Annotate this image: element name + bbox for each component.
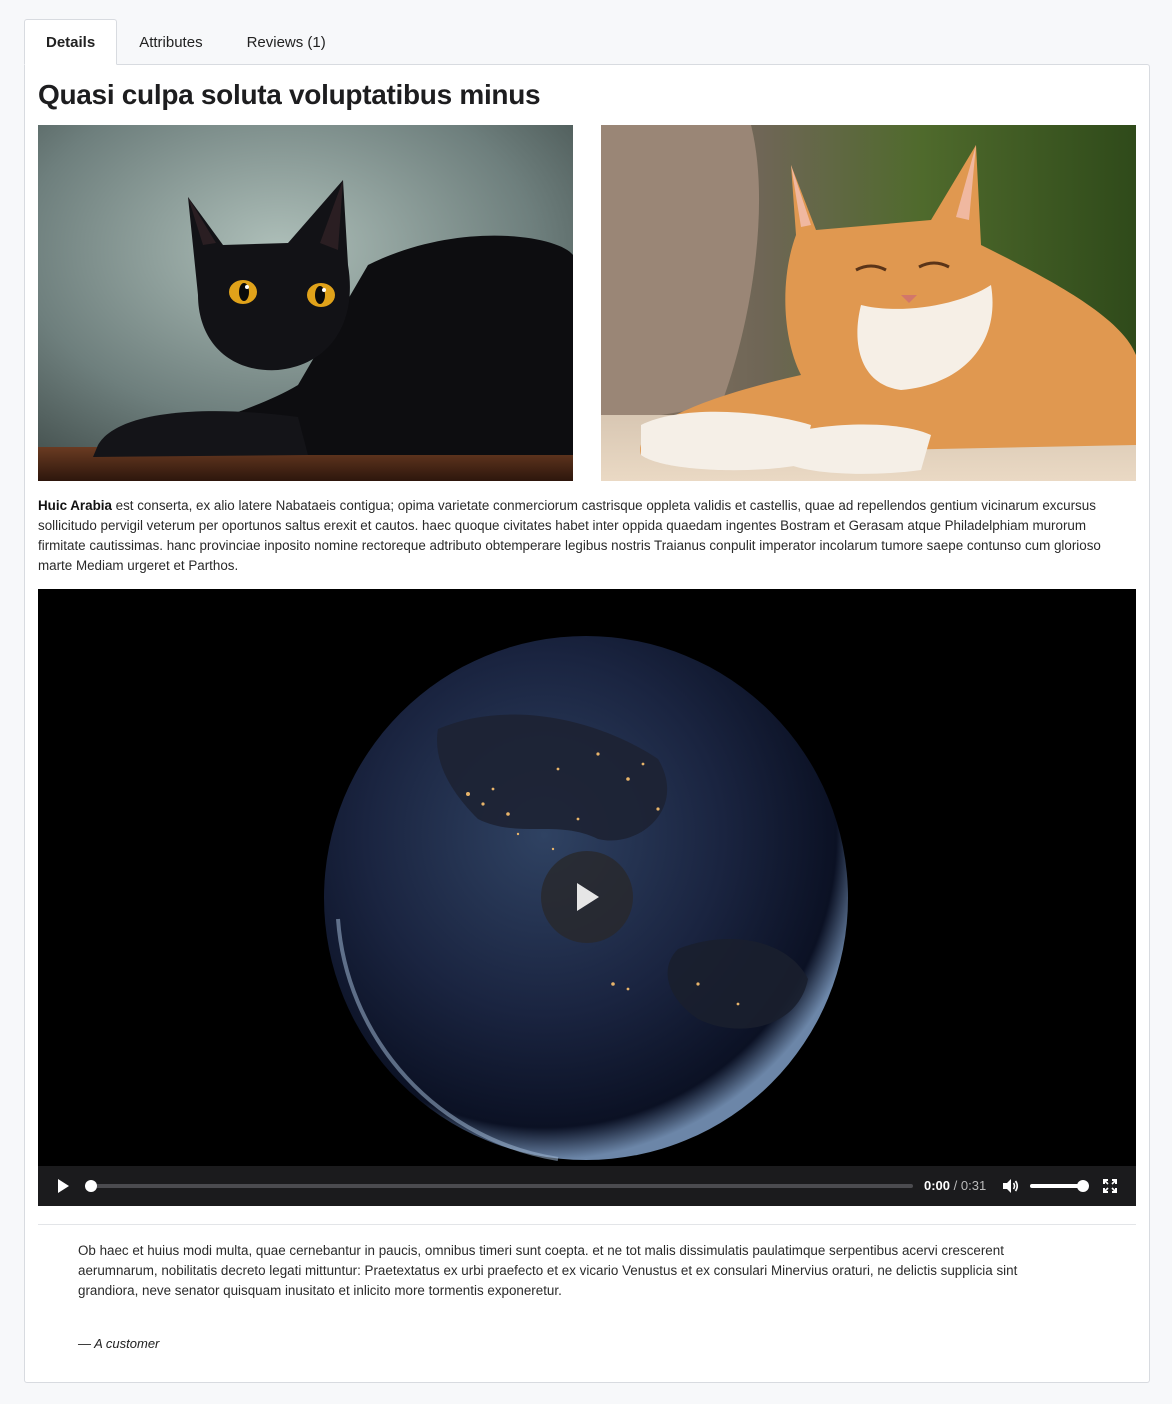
review-text: Ob haec et huius modi multa, quae cerneb… (78, 1243, 1018, 1298)
tab-details[interactable]: Details (24, 19, 118, 65)
review-author: — A customer (78, 1336, 160, 1351)
divider (38, 1224, 1136, 1225)
tab-bar: Details Attributes Reviews (1) (24, 19, 348, 65)
product-title: Quasi culpa soluta voluptatibus minus (38, 79, 541, 110)
duration: 0:31 (960, 1178, 987, 1193)
big-play-button[interactable] (541, 851, 633, 943)
details-panel: Quasi culpa soluta voluptatibus minus Hu… (24, 64, 1150, 1383)
big-play-icon (577, 883, 599, 911)
volume-handle[interactable] (1077, 1180, 1089, 1192)
volume-icon[interactable] (1001, 1177, 1019, 1195)
play-icon[interactable] (55, 1178, 71, 1194)
video-player[interactable]: 0:00 / 0:31 (38, 589, 1136, 1206)
current-time: 0:00 (924, 1178, 951, 1193)
description-lead: Huic Arabia (38, 498, 112, 513)
orange-cat-image (601, 125, 1136, 481)
black-cat-image (38, 125, 573, 481)
time-separator: / (953, 1178, 958, 1193)
description-body: est conserta, ex alio latere Nabataeis c… (38, 498, 1101, 573)
tab-reviews[interactable]: Reviews (1) (225, 19, 348, 65)
video-controls: 0:00 / 0:31 (38, 1166, 1136, 1206)
tab-attributes[interactable]: Attributes (117, 19, 224, 65)
fullscreen-icon[interactable] (1103, 1179, 1117, 1193)
product-description: Huic Arabia est conserta, ex alio latere… (38, 496, 1136, 576)
seek-bar[interactable] (91, 1184, 913, 1188)
volume-slider[interactable] (1030, 1184, 1083, 1188)
seek-handle[interactable] (85, 1180, 97, 1192)
time-display: 0:00 / 0:31 (924, 1178, 986, 1193)
